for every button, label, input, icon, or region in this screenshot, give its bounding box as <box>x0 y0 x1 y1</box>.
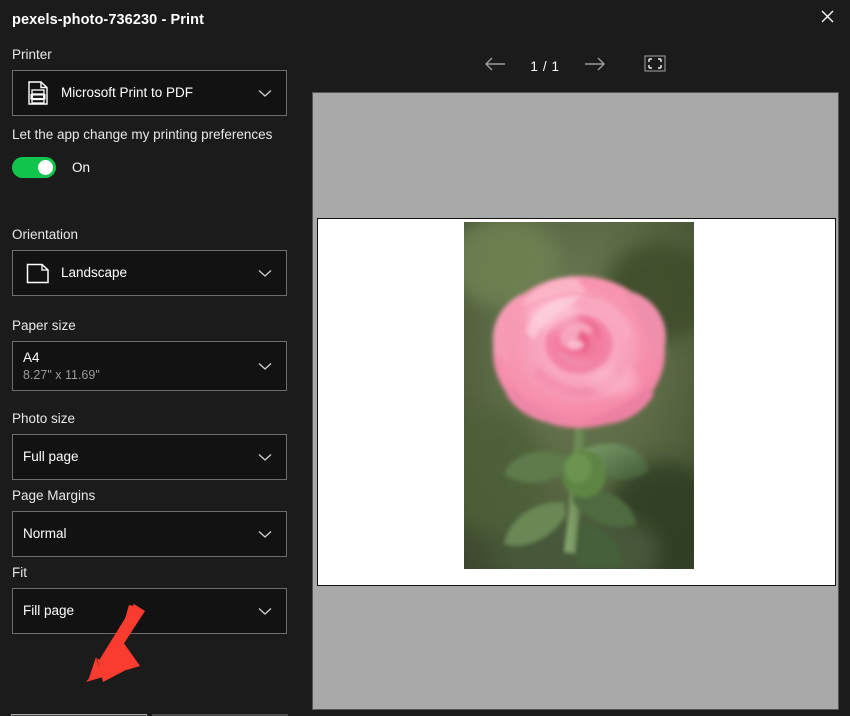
paper-size-field: Paper size A4 8.27" x 11.69" <box>12 317 287 391</box>
paper-size-value-wrap: A4 8.27" x 11.69" <box>13 349 250 383</box>
orientation-value-wrap: Landscape <box>55 264 250 282</box>
toggle-knob <box>38 160 53 175</box>
app-preferences-label: Let the app change my printing preferenc… <box>12 126 287 144</box>
chevron-down-icon <box>250 269 280 278</box>
fit-label: Fit <box>12 564 287 582</box>
close-icon <box>821 10 834 23</box>
orientation-value: Landscape <box>61 265 127 280</box>
arrow-right-icon <box>584 57 606 76</box>
chevron-down-icon <box>250 530 280 539</box>
title-bar: pexels-photo-736230 - Print <box>0 0 850 40</box>
fit-to-page-button[interactable] <box>633 51 677 81</box>
page-margins-label: Page Margins <box>12 487 287 505</box>
chevron-down-icon <box>250 453 280 462</box>
rose-photo-graphic <box>464 222 694 569</box>
paper-size-dimensions: 8.27" x 11.69" <box>23 367 250 383</box>
paper-size-value: A4 <box>23 349 250 366</box>
photo-size-label: Photo size <box>12 410 287 428</box>
photo-size-value-wrap: Full page <box>13 448 250 466</box>
fit-field: Fit Fill page <box>12 564 287 634</box>
preview-pane: 1 / 1 <box>300 40 850 716</box>
page-margins-field: Page Margins Normal <box>12 487 287 557</box>
fit-to-page-icon <box>644 55 666 77</box>
chevron-down-icon <box>250 607 280 616</box>
toggle-state-label: On <box>72 160 90 175</box>
page-margins-dropdown[interactable]: Normal <box>12 511 287 557</box>
photo-size-dropdown[interactable]: Full page <box>12 434 287 480</box>
orientation-dropdown[interactable]: Landscape <box>12 250 287 296</box>
landscape-page-icon <box>21 263 55 284</box>
chevron-down-icon <box>250 89 280 98</box>
fit-value: Fill page <box>23 603 74 618</box>
printer-value-wrap: Microsoft Print to PDF <box>55 84 250 102</box>
photo-size-field: Photo size Full page <box>12 410 287 480</box>
app-preferences-label-wrap: Let the app change my printing preferenc… <box>12 126 287 150</box>
photo-size-value: Full page <box>23 449 79 464</box>
orientation-field: Orientation Landscape <box>12 226 287 296</box>
preview-canvas[interactable] <box>312 92 839 710</box>
printer-value: Microsoft Print to PDF <box>61 85 193 100</box>
orientation-label: Orientation <box>12 226 287 244</box>
close-button[interactable] <box>804 0 850 32</box>
paper-size-label: Paper size <box>12 317 287 335</box>
next-page-button[interactable] <box>573 51 617 81</box>
printer-dropdown[interactable]: Microsoft Print to PDF <box>12 70 287 116</box>
preview-photo <box>464 222 694 569</box>
printer-label: Printer <box>12 46 287 64</box>
chevron-down-icon <box>250 362 280 371</box>
print-dialog: pexels-photo-736230 - Print Printer <box>0 0 850 716</box>
previous-page-button[interactable] <box>473 51 517 81</box>
page-indicator: 1 / 1 <box>517 59 573 74</box>
printer-field: Printer Microsoft Print to PDF <box>12 46 287 116</box>
app-preferences-toggle-row: On <box>12 157 90 178</box>
fit-value-wrap: Fill page <box>13 602 250 620</box>
page-margins-value-wrap: Normal <box>13 525 250 543</box>
print-to-pdf-icon <box>21 81 55 105</box>
paper-size-dropdown[interactable]: A4 8.27" x 11.69" <box>12 341 287 391</box>
preview-toolbar: 1 / 1 <box>300 40 850 92</box>
app-preferences-toggle[interactable] <box>12 157 56 178</box>
arrow-left-icon <box>484 57 506 76</box>
settings-panel: Printer Microsoft Print to PDF <box>0 40 300 716</box>
window-title: pexels-photo-736230 - Print <box>12 12 204 28</box>
page-margins-value: Normal <box>23 526 67 541</box>
fit-dropdown[interactable]: Fill page <box>12 588 287 634</box>
preview-page-sheet <box>317 218 836 586</box>
